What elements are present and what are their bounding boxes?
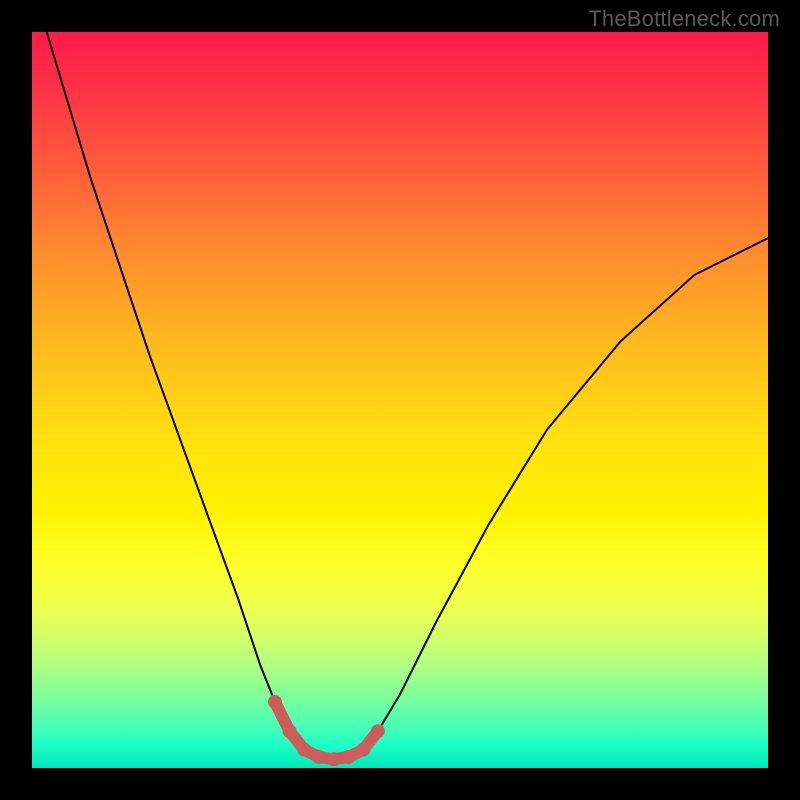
highlight-dot <box>312 750 326 764</box>
highlight-dot <box>268 695 282 709</box>
main-curve-path <box>47 32 768 759</box>
highlight-dot <box>371 724 385 738</box>
highlight-dot <box>283 724 297 738</box>
highlight-dot <box>342 750 356 764</box>
highlight-dot <box>356 743 370 757</box>
highlight-dot <box>327 752 341 766</box>
watermark-text: TheBottleneck.com <box>588 6 780 32</box>
chart-plot-area <box>32 32 768 768</box>
bottleneck-curve-svg <box>32 32 768 768</box>
highlight-dot <box>297 743 311 757</box>
